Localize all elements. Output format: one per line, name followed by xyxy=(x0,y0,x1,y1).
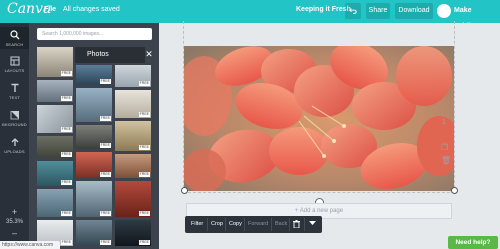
nav-layouts[interactable]: LAYOUTS xyxy=(0,53,29,75)
flower-image[interactable] xyxy=(184,46,454,191)
zoom-out-button[interactable]: – xyxy=(0,228,29,238)
nav-search-label: SEARCH xyxy=(5,42,24,47)
image-thumb[interactable]: FREE xyxy=(37,47,73,77)
file-menu[interactable]: File xyxy=(44,6,56,13)
resize-handle-bl[interactable] xyxy=(181,187,188,194)
free-badge: FREE xyxy=(138,145,150,150)
layouts-icon xyxy=(10,56,19,66)
image-thumb[interactable]: FREE xyxy=(115,181,151,217)
nav-search[interactable]: SEARCH xyxy=(0,27,29,49)
free-badge: FREE xyxy=(138,112,150,117)
free-badge: FREE xyxy=(99,240,111,245)
image-thumb[interactable]: FREE xyxy=(115,220,151,246)
photos-label: Photos xyxy=(87,51,109,58)
free-badge: FREE xyxy=(60,127,72,132)
close-icon[interactable]: ✕ xyxy=(144,48,154,60)
zoom-level: 35.3% xyxy=(5,219,23,225)
free-badge: FREE xyxy=(60,152,72,157)
share-button[interactable]: Share xyxy=(366,3,390,19)
copy-button[interactable]: Copy xyxy=(229,216,242,233)
save-status: All changes saved xyxy=(63,6,120,13)
free-badge: FREE xyxy=(60,96,72,101)
toolbar-divider xyxy=(207,218,208,231)
nav-background[interactable]: BKGROUND xyxy=(0,107,29,129)
image-thumb[interactable]: FREE xyxy=(76,65,112,85)
nav-text-label: TEXT xyxy=(8,95,21,100)
image-thumb[interactable]: FREE xyxy=(37,105,73,133)
toolbar-divider xyxy=(225,218,226,231)
download-button[interactable]: Download xyxy=(395,3,433,19)
nav-background-label: BKGROUND xyxy=(2,122,27,127)
uploads-icon xyxy=(11,138,18,146)
free-badge: FREE xyxy=(138,240,150,245)
image-thumb[interactable]: FREE xyxy=(115,90,151,118)
free-badge: FREE xyxy=(60,180,72,185)
back-button[interactable]: Back xyxy=(275,216,287,233)
help-button[interactable]: Need help? xyxy=(448,236,498,249)
photos-popover: Photos xyxy=(75,47,145,63)
image-thumb[interactable]: FREE xyxy=(37,80,73,102)
filter-button[interactable]: Filter xyxy=(191,216,203,233)
nav-text[interactable]: TEXT xyxy=(0,80,29,102)
page-number: 1 xyxy=(442,119,446,126)
free-badge: FREE xyxy=(99,116,111,121)
context-toolbar: Filter Crop Copy Forward Back xyxy=(185,216,322,233)
free-badge: FREE xyxy=(99,79,111,84)
free-badge: FREE xyxy=(138,81,150,86)
image-search-input[interactable]: Search 1,000,000 images... xyxy=(37,28,152,40)
toggle-knob xyxy=(437,4,451,18)
image-thumb[interactable]: FREE xyxy=(115,121,151,151)
free-badge: FREE xyxy=(138,211,150,216)
free-badge: FREE xyxy=(99,172,111,177)
images-panel: Search 1,000,000 images... FREE FREE FRE… xyxy=(29,23,159,249)
free-badge: FREE xyxy=(60,71,72,76)
crop-button[interactable]: Crop xyxy=(211,216,223,233)
toolbar-divider xyxy=(244,218,245,231)
image-thumb[interactable]: FREE xyxy=(76,220,112,246)
forward-button[interactable]: Forward xyxy=(248,216,268,233)
free-badge: FREE xyxy=(60,211,72,216)
image-thumb[interactable]: FREE xyxy=(76,88,112,122)
image-thumb[interactable]: FREE xyxy=(76,181,112,217)
design-page[interactable] xyxy=(184,46,454,191)
image-thumb[interactable]: FREE xyxy=(37,189,73,217)
nav-layouts-label: LAYOUTS xyxy=(4,68,25,73)
image-thumb[interactable]: FREE xyxy=(76,152,112,178)
free-badge: FREE xyxy=(99,143,111,148)
delete-page-icon[interactable]: 🗑 xyxy=(441,156,451,165)
trash-icon[interactable] xyxy=(293,216,300,233)
toolbar-divider xyxy=(304,218,305,231)
image-thumb[interactable]: FREE xyxy=(76,125,112,149)
free-badge: FREE xyxy=(60,240,72,245)
resize-handle-br[interactable] xyxy=(451,187,458,194)
image-thumb[interactable]: FREE xyxy=(115,65,151,87)
image-thumb[interactable]: FREE xyxy=(115,154,151,178)
nav-uploads-label: UPLOADS xyxy=(4,149,25,154)
make-public-toggle[interactable]: Make public xyxy=(436,3,494,30)
toolbar-divider xyxy=(289,218,290,231)
background-icon xyxy=(10,111,19,120)
status-url: https://www.canva.com xyxy=(0,241,60,249)
zoom-in-button[interactable]: + xyxy=(0,207,29,217)
image-grid: FREE FREE FREE FREE FREE FREE FREE FREE … xyxy=(37,47,155,247)
copy-page-icon[interactable]: ❐ xyxy=(441,143,450,152)
design-title[interactable]: Keeping it Fresh xyxy=(296,6,351,13)
more-dropdown-icon[interactable] xyxy=(309,216,316,233)
free-badge: FREE xyxy=(99,211,111,216)
undo-icon xyxy=(349,8,357,14)
undo-button[interactable] xyxy=(345,3,361,19)
nav-uploads[interactable]: UPLOADS xyxy=(0,134,29,156)
text-icon xyxy=(11,83,18,92)
left-nav: SEARCH LAYOUTS TEXT BKGROUND UPLOADS + 3… xyxy=(0,23,29,249)
toolbar-divider xyxy=(271,218,272,231)
top-bar: Canva File All changes saved Keeping it … xyxy=(0,0,500,30)
image-thumb[interactable]: FREE xyxy=(37,161,73,186)
image-thumb[interactable]: FREE xyxy=(37,136,73,158)
search-icon xyxy=(9,30,19,40)
free-badge: FREE xyxy=(138,172,150,177)
